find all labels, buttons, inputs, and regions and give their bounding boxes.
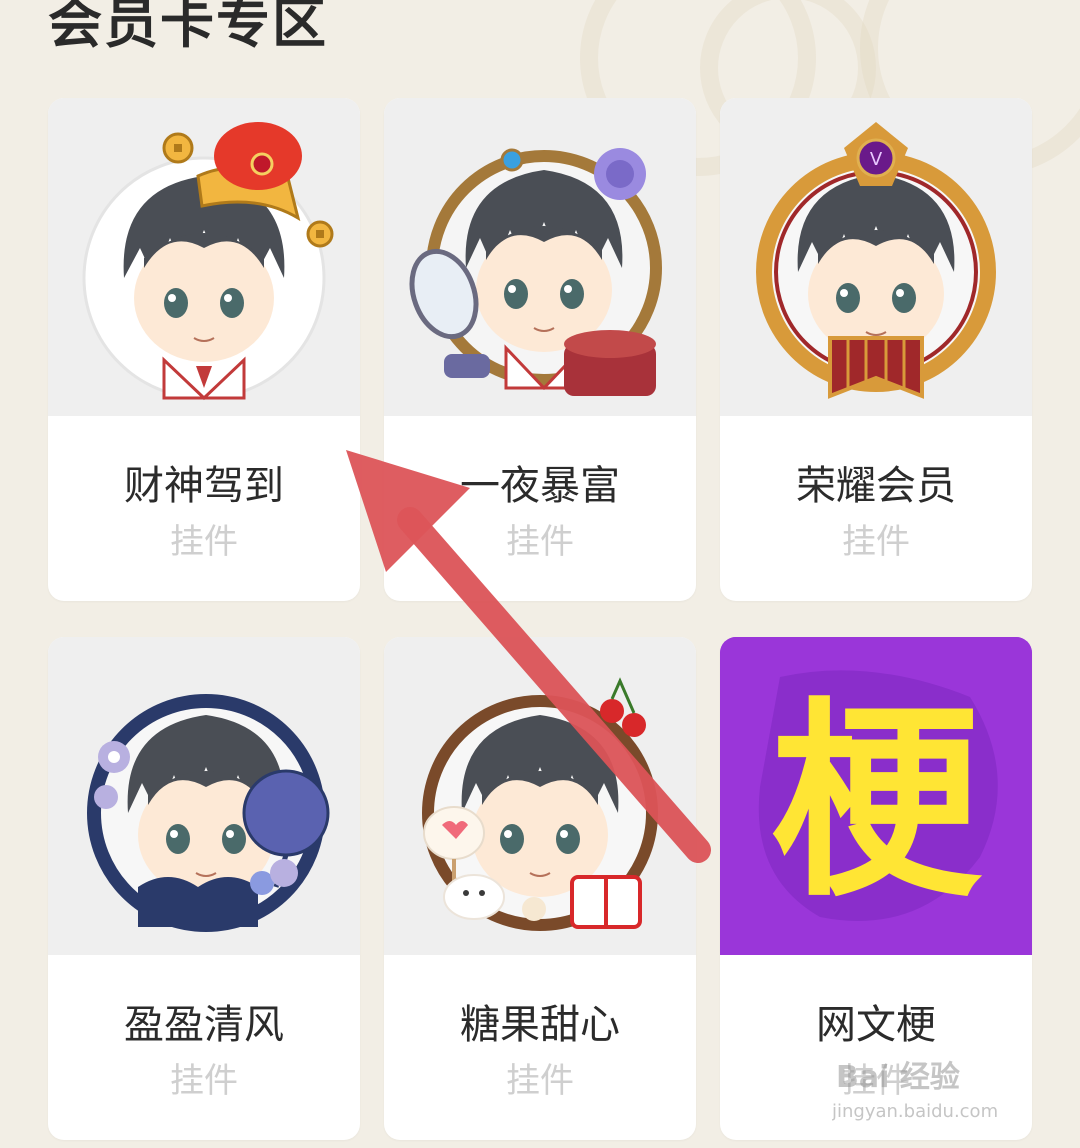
avatar-frame-overnight-rich-icon	[384, 98, 696, 416]
avatar-frame-web-novel-meme-icon: 梗	[720, 637, 1032, 955]
card-title: 网文梗	[816, 1002, 936, 1048]
card-title: 财神驾到	[124, 463, 284, 509]
avatar-frame-gentle-breeze-icon	[48, 637, 360, 955]
card-subtitle: 挂件	[506, 1061, 574, 1101]
card-yi-ye-bao-fu[interactable]: 一夜暴富 挂件	[384, 98, 696, 601]
card-subtitle: 挂件	[506, 522, 574, 562]
card-subtitle: 挂件	[170, 1061, 238, 1101]
avatar-frame-candy-sweetheart-icon	[384, 637, 696, 955]
avatar-frame-honor-member-icon: V	[720, 98, 1032, 416]
section-title: 会员卡专区	[48, 0, 328, 55]
card-tang-guo-tian-xin[interactable]: 糖果甜心 挂件	[384, 637, 696, 1140]
card-title: 荣耀会员	[796, 463, 956, 509]
card-subtitle: 挂件	[842, 522, 910, 562]
card-cai-shen-jia-dao[interactable]: 财神驾到 挂件	[48, 98, 360, 601]
card-title: 盈盈清风	[124, 1002, 284, 1048]
svg-text:V: V	[870, 149, 883, 170]
card-title: 糖果甜心	[460, 1002, 620, 1048]
avatar-frame-god-of-wealth-icon	[48, 98, 360, 416]
card-ying-ying-qing-feng[interactable]: 盈盈清风 挂件	[48, 637, 360, 1140]
card-subtitle: 挂件	[842, 1061, 910, 1101]
card-subtitle: 挂件	[170, 522, 238, 562]
card-wang-wen-geng[interactable]: 梗 网文梗 挂件	[720, 637, 1032, 1140]
card-title: 一夜暴富	[460, 463, 620, 509]
meme-badge-char: 梗	[771, 680, 983, 925]
card-rong-yao-hui-yuan[interactable]: V 荣耀会员 挂件	[720, 98, 1032, 601]
